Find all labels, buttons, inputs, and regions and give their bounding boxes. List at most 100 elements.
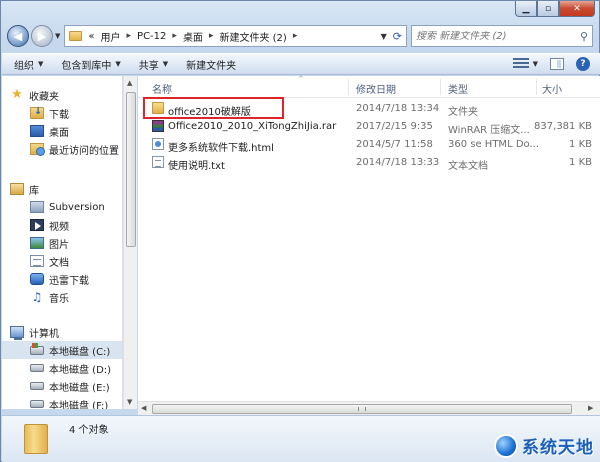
- column-type[interactable]: 类型: [448, 81, 468, 96]
- subversion-icon: [30, 201, 44, 213]
- hard-drive-icon: [30, 382, 44, 390]
- help-icon[interactable]: ?: [576, 57, 590, 71]
- nav-item-drive-d[interactable]: 本地磁盘 (D:): [2, 359, 122, 377]
- file-type: 360 se HTML Do...: [448, 139, 539, 150]
- organize-button[interactable]: 组织 ▼: [14, 57, 43, 72]
- address-row: ◀ ▶ ▼ « 用户 ▸ PC-12 ▸ 桌面 ▸ 新建文件夹 (2) ▸ ▼ …: [7, 23, 593, 49]
- breadcrumb-current-folder[interactable]: 新建文件夹 (2): [219, 29, 286, 44]
- chevron-down-icon: ▼: [532, 60, 538, 68]
- nav-item-label: 图片: [49, 239, 69, 251]
- recent-pages-dropdown-icon[interactable]: ▼: [55, 32, 60, 40]
- nav-item-label: 迅雷下载: [49, 275, 89, 287]
- scroll-right-arrow-icon[interactable]: ▶: [588, 404, 593, 412]
- scroll-up-arrow-icon[interactable]: ▲: [127, 79, 132, 87]
- share-label: 共享: [138, 60, 159, 72]
- nav-item-label: 视频: [49, 221, 69, 233]
- scroll-down-arrow-icon[interactable]: ▼: [127, 398, 132, 406]
- scroll-left-arrow-icon[interactable]: ◀: [141, 404, 146, 412]
- nav-item-drive-c[interactable]: 本地磁盘 (C:): [2, 341, 122, 359]
- minimize-button[interactable]: ▁: [515, 1, 537, 17]
- column-modified[interactable]: 修改日期: [356, 81, 396, 96]
- nav-item-recent-places[interactable]: 最近访问的位置: [2, 140, 122, 158]
- file-type: 文本文档: [448, 161, 488, 172]
- nav-item-drive-e[interactable]: 本地磁盘 (E:): [2, 377, 122, 395]
- share-button[interactable]: 共享 ▼: [139, 57, 168, 72]
- nav-item-documents[interactable]: 文档: [2, 252, 122, 270]
- breadcrumb-overflow[interactable]: «: [88, 31, 94, 42]
- folder-icon: [24, 424, 48, 454]
- column-name[interactable]: 名称: [152, 81, 172, 96]
- nav-item-subversion[interactable]: Subversion: [2, 198, 122, 216]
- nav-libraries-label: 库: [29, 185, 39, 197]
- nav-item-label: 本地磁盘 (F:): [49, 400, 109, 410]
- chevron-right-icon[interactable]: ▸: [127, 31, 132, 41]
- file-row[interactable]: 更多系统软件下载.html 2014/5/7 11:58 360 se HTML…: [138, 136, 600, 154]
- horizontal-scrollbar[interactable]: ◀ ▶: [138, 401, 600, 415]
- nav-item-label: Subversion: [49, 201, 105, 213]
- file-list: ^ 名称 修改日期 类型 大小 office2010破解版 2014/7/18 …: [138, 75, 600, 409]
- view-icon: [512, 58, 529, 70]
- file-row[interactable]: 使用说明.txt 2014/7/18 13:33 文本文档 1 KB: [138, 154, 600, 172]
- nav-item-downloads[interactable]: 下载: [2, 104, 122, 122]
- address-dropdown-icon[interactable]: ▼: [381, 32, 387, 41]
- nav-scroll-thumb[interactable]: [126, 92, 136, 247]
- search-input[interactable]: [416, 30, 580, 42]
- nav-item-videos[interactable]: 视频: [2, 216, 122, 234]
- nav-item-label: 本地磁盘 (C:): [49, 346, 111, 358]
- file-size: 837,381 KB: [534, 121, 592, 132]
- chevron-right-icon[interactable]: ▸: [293, 31, 298, 41]
- breadcrumb-desktop[interactable]: 桌面: [183, 29, 203, 44]
- include-in-library-button[interactable]: 包含到库中 ▼: [61, 57, 120, 72]
- chevron-down-icon: ▼: [38, 60, 44, 68]
- nav-item-thunder-downloads[interactable]: 迅雷下载: [2, 270, 122, 288]
- thunder-download-icon: [30, 273, 44, 285]
- new-folder-button[interactable]: 新建文件夹: [186, 57, 236, 72]
- maximize-button[interactable]: ▫: [537, 1, 559, 17]
- document-icon: [30, 255, 44, 267]
- column-divider[interactable]: [536, 79, 537, 95]
- chevron-right-icon[interactable]: ▸: [172, 31, 177, 41]
- horizontal-scroll-thumb[interactable]: [152, 404, 572, 414]
- preview-pane-icon[interactable]: [550, 58, 564, 70]
- library-icon: [10, 183, 24, 195]
- include-in-library-label: 包含到库中: [61, 60, 112, 72]
- recent-places-icon: [30, 143, 45, 156]
- nav-favorites[interactable]: ★ 收藏夹: [2, 86, 122, 104]
- change-view-button[interactable]: ▼: [512, 58, 538, 70]
- search-box[interactable]: ⚲: [411, 25, 593, 47]
- nav-item-label: 下载: [49, 109, 69, 121]
- command-bar: 组织 ▼ 包含到库中 ▼ 共享 ▼ 新建文件夹 ▼ ?: [2, 53, 600, 75]
- folder-icon: [69, 31, 83, 41]
- downloads-folder-icon: [30, 106, 44, 119]
- nav-item-music[interactable]: ♫ 音乐: [2, 288, 122, 306]
- nav-libraries[interactable]: 库: [2, 180, 122, 198]
- address-bar[interactable]: « 用户 ▸ PC-12 ▸ 桌面 ▸ 新建文件夹 (2) ▸ ▼ ⟳: [64, 25, 407, 47]
- chevron-down-icon: ▼: [115, 60, 121, 68]
- column-divider[interactable]: [348, 79, 349, 95]
- file-row[interactable]: Office2010_2010_XiTongZhiJia.rar 2017/2/…: [138, 118, 600, 136]
- rar-icon: [152, 120, 164, 132]
- refresh-icon[interactable]: ⟳: [393, 30, 402, 43]
- breadcrumb-users[interactable]: 用户: [101, 29, 121, 44]
- forward-button[interactable]: ▶: [31, 25, 53, 47]
- nav-item-drive-f[interactable]: 本地磁盘 (F:): [2, 395, 122, 409]
- nav-computer[interactable]: 计算机: [2, 323, 122, 341]
- watermark: 系统天地: [494, 433, 594, 458]
- nav-scrollbar[interactable]: ▲ ▼: [123, 76, 137, 409]
- sort-up-icon: ^: [298, 75, 304, 83]
- breadcrumb-pc[interactable]: PC-12: [137, 31, 166, 42]
- nav-item-desktop[interactable]: 桌面: [2, 122, 122, 140]
- nav-favorites-label: 收藏夹: [29, 91, 59, 103]
- file-row[interactable]: office2010破解版 2014/7/18 13:34 文件夹: [138, 100, 600, 118]
- file-modified: 2017/2/15 9:35: [356, 121, 433, 132]
- search-icon[interactable]: ⚲: [580, 30, 588, 43]
- hard-drive-icon: [30, 400, 44, 408]
- back-button[interactable]: ◀: [7, 25, 29, 47]
- file-modified: 2014/7/18 13:34: [356, 103, 440, 114]
- close-button[interactable]: ✕: [559, 1, 595, 17]
- column-size[interactable]: 大小: [542, 81, 562, 96]
- nav-item-pictures[interactable]: 图片: [2, 234, 122, 252]
- chevron-right-icon[interactable]: ▸: [209, 31, 214, 41]
- file-type: 文件夹: [448, 107, 478, 118]
- column-divider[interactable]: [440, 79, 441, 95]
